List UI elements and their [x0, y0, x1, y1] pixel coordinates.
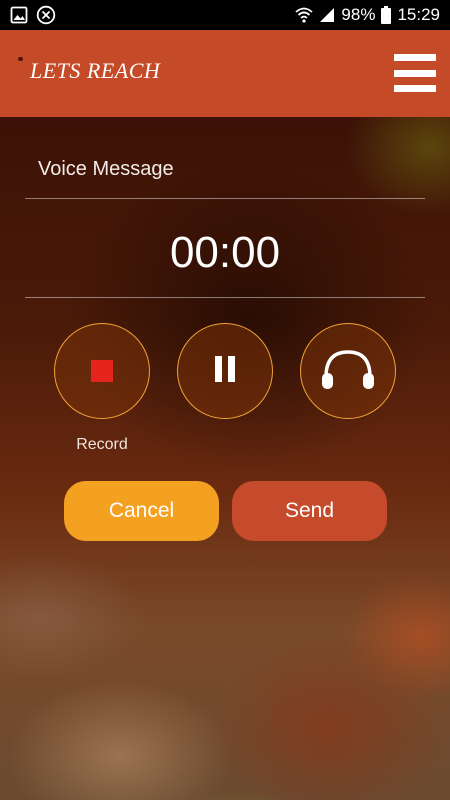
logo-mark	[18, 57, 23, 61]
wifi-icon	[295, 7, 314, 23]
background-image	[0, 117, 450, 800]
pause-icon	[213, 354, 237, 388]
app-logo: LETS REACH	[30, 58, 161, 83]
status-right: 98% 15:29	[295, 5, 440, 25]
record-button[interactable]	[54, 323, 150, 419]
headphones-icon	[320, 347, 376, 395]
menu-bar	[394, 69, 436, 77]
app-header: LETS REACH	[0, 30, 450, 117]
hamburger-menu-icon[interactable]	[394, 54, 436, 92]
close-circle-icon	[36, 5, 56, 25]
cancel-button[interactable]: Cancel	[64, 481, 219, 541]
clock: 15:29	[397, 5, 440, 24]
signal-icon	[319, 7, 335, 23]
divider	[25, 198, 425, 199]
status-bar: 98% 15:29	[0, 0, 450, 30]
play-button[interactable]	[300, 323, 396, 419]
stop-square-icon	[91, 360, 113, 382]
divider	[25, 297, 425, 298]
pause-button[interactable]	[177, 323, 273, 419]
status-left	[10, 5, 56, 25]
menu-bar	[394, 85, 436, 92]
image-icon	[10, 6, 28, 24]
record-label: Record	[76, 436, 128, 453]
battery-icon	[381, 6, 392, 24]
send-button[interactable]: Send	[232, 481, 387, 541]
recording-timer: 00:00	[169, 228, 281, 277]
menu-bar	[394, 54, 436, 61]
battery-text: 98%	[341, 5, 376, 24]
voice-message-title: Voice Message	[38, 158, 174, 180]
